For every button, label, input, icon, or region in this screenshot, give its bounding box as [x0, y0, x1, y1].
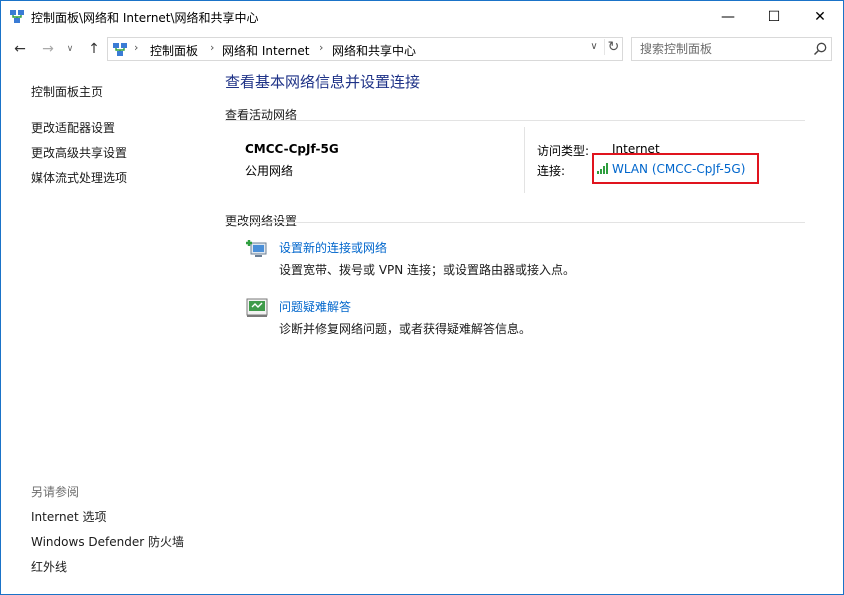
- troubleshoot-problems-link[interactable]: 问题疑难解答: [279, 298, 351, 315]
- setup-new-connection-link[interactable]: 设置新的连接或网络: [279, 239, 387, 256]
- troubleshoot-icon: [246, 298, 268, 317]
- recent-locations-button[interactable]: ∨: [61, 39, 79, 59]
- search-box[interactable]: [631, 37, 832, 61]
- breadcrumb-separator[interactable]: ›: [210, 41, 214, 54]
- change-network-settings-label: 更改网络设置: [225, 214, 298, 228]
- window-title: 控制面板\网络和 Internet\网络和共享中心: [31, 11, 259, 25]
- navigation-bar: ← → ∨ ↑ › 控制面板 › 网络和 Internet › 网络和共享中心 …: [1, 33, 843, 65]
- breadcrumb-network-internet[interactable]: 网络和 Internet: [222, 42, 309, 59]
- main-content: 查看基本网络信息并设置连接 查看活动网络 CMCC-CpJf-5G 公用网络 访…: [225, 65, 825, 595]
- connection-label: 连接:: [537, 164, 566, 178]
- network-name: CMCC-CpJf-5G: [245, 142, 339, 156]
- see-also-heading: 另请参阅: [31, 485, 80, 499]
- troubleshoot-problems-desc: 诊断并修复网络问题，或者获得疑难解答信息。: [279, 322, 532, 336]
- breadcrumb-separator[interactable]: ›: [134, 41, 138, 54]
- breadcrumb-network-sharing-center[interactable]: 网络和共享中心: [332, 42, 416, 59]
- access-type-label: 访问类型:: [537, 144, 590, 158]
- sidebar: 控制面板主页 更改适配器设置 更改高级共享设置 媒体流式处理选项 另请参阅 In…: [1, 65, 211, 595]
- close-button[interactable]: ✕: [797, 1, 843, 33]
- search-input[interactable]: [632, 38, 808, 60]
- breadcrumb-separator[interactable]: ›: [319, 41, 323, 54]
- vertical-divider: [524, 127, 525, 193]
- network-sharing-center-window: 控制面板\网络和 Internet\网络和共享中心 — ☐ ✕ ← → ∨ ↑ …: [0, 0, 844, 595]
- refresh-button[interactable]: ↻: [604, 39, 622, 55]
- network-center-icon: [10, 10, 24, 23]
- search-icon[interactable]: [812, 41, 828, 57]
- minimize-button[interactable]: —: [705, 1, 751, 33]
- back-button[interactable]: ←: [11, 39, 29, 59]
- section-divider: [225, 120, 805, 121]
- internet-options-link[interactable]: Internet 选项: [31, 508, 106, 525]
- change-advanced-sharing-link[interactable]: 更改高级共享设置: [31, 144, 127, 161]
- wlan-connection-link[interactable]: WLAN (CMCC-CpJf-5G): [612, 162, 745, 176]
- media-streaming-options-link[interactable]: 媒体流式处理选项: [31, 169, 127, 186]
- forward-button[interactable]: →: [39, 39, 57, 59]
- setup-new-connection-desc: 设置宽带、拨号或 VPN 连接；或设置路由器或接入点。: [279, 263, 576, 277]
- section-divider: [225, 222, 805, 223]
- network-center-icon: [113, 43, 127, 56]
- change-adapter-settings-link[interactable]: 更改适配器设置: [31, 119, 115, 136]
- maximize-button[interactable]: ☐: [751, 1, 797, 33]
- up-button[interactable]: ↑: [85, 39, 103, 59]
- wifi-signal-icon: [597, 163, 608, 174]
- title-bar[interactable]: 控制面板\网络和 Internet\网络和共享中心 — ☐ ✕: [1, 1, 843, 33]
- breadcrumb-control-panel[interactable]: 控制面板: [150, 42, 198, 59]
- address-bar[interactable]: › 控制面板 › 网络和 Internet › 网络和共享中心 ∨ ↻: [107, 37, 623, 61]
- infrared-link[interactable]: 红外线: [31, 558, 67, 575]
- control-panel-home-link[interactable]: 控制面板主页: [31, 83, 103, 100]
- address-dropdown-button[interactable]: ∨: [586, 41, 602, 52]
- windows-defender-firewall-link[interactable]: Windows Defender 防火墙: [31, 533, 184, 550]
- page-title: 查看基本网络信息并设置连接: [225, 73, 421, 91]
- new-connection-icon: [246, 240, 267, 257]
- network-category: 公用网络: [245, 164, 294, 178]
